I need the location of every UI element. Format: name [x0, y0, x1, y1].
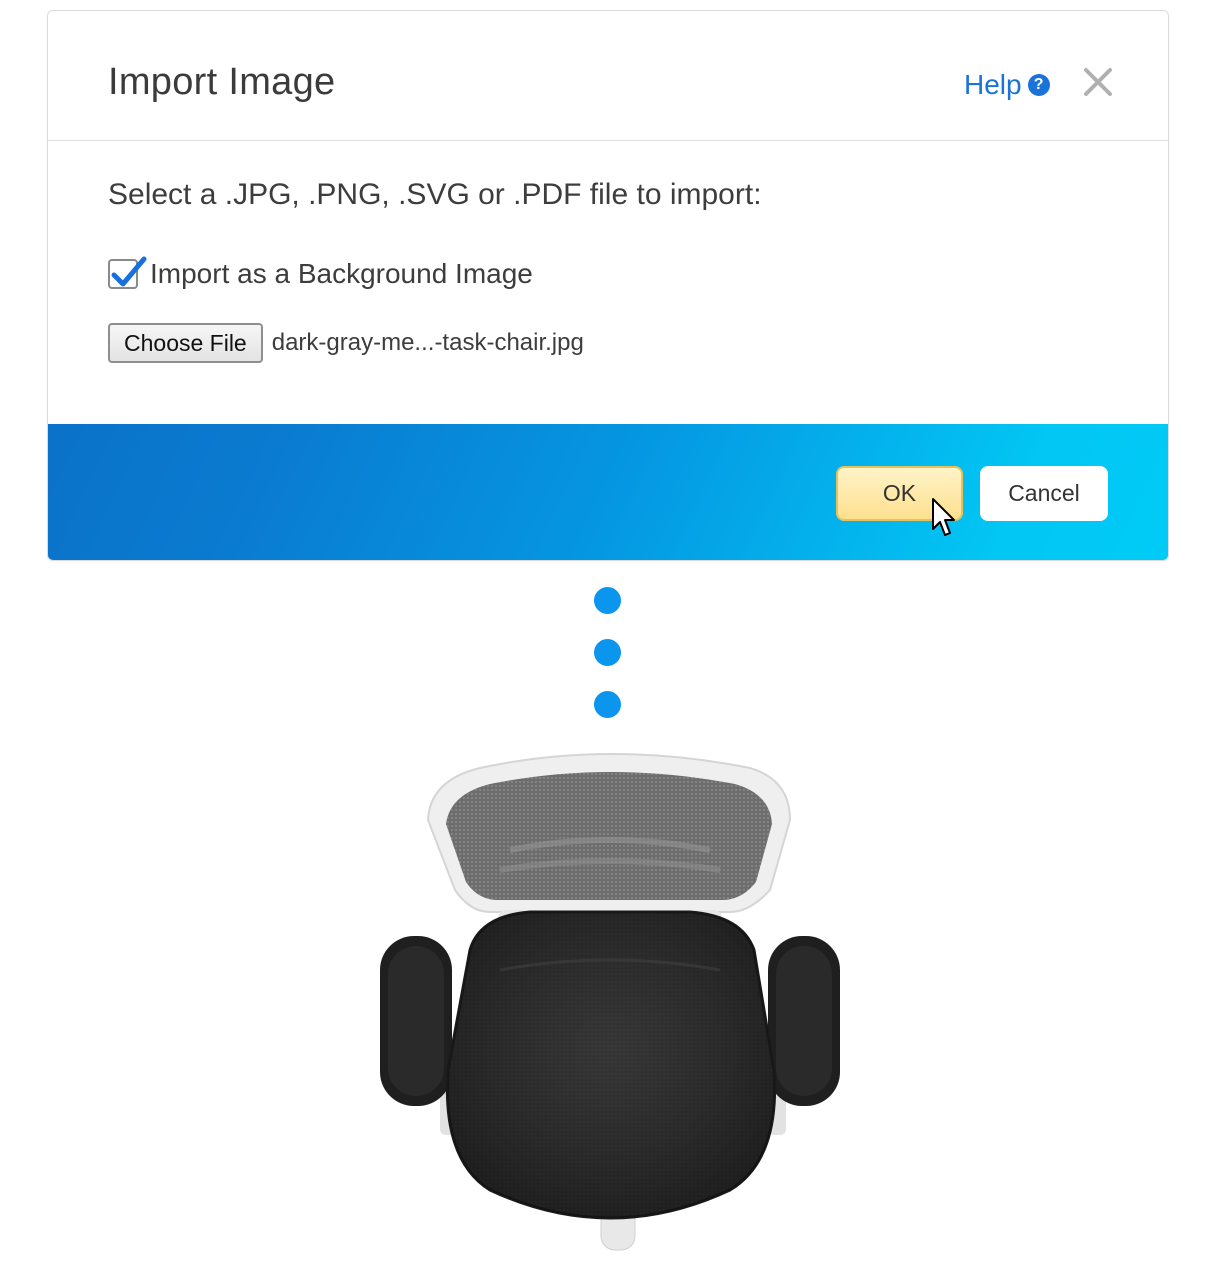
help-link[interactable]: Help ?	[964, 69, 1050, 101]
choose-file-button[interactable]: Choose File	[108, 323, 263, 363]
dialog-header: Import Image Help ?	[48, 11, 1168, 141]
import-image-dialog: Import Image Help ? Select a .JPG, .PNG,…	[47, 10, 1169, 561]
help-label: Help	[964, 69, 1022, 100]
selected-file-name: dark-gray-me...-task-chair.jpg	[271, 329, 584, 356]
dot	[594, 691, 621, 718]
file-picker: Choose File dark-gray-me...-task-chair.j…	[108, 323, 584, 363]
background-image-option: Import as a Background Image	[108, 256, 533, 290]
question-circle-icon: ?	[1027, 74, 1050, 96]
mouse-pointer-icon	[932, 498, 955, 536]
import-prompt: Select a .JPG, .PNG, .SVG or .PDF file t…	[108, 178, 762, 211]
office-chair-image	[380, 753, 840, 1251]
dot	[594, 587, 621, 614]
checkmark-icon	[111, 256, 147, 287]
dialog-title: Import Image	[108, 61, 336, 103]
background-image-label: Import as a Background Image	[150, 258, 533, 289]
background-image-checkbox[interactable]	[108, 256, 147, 289]
dialog-footer: OK Cancel	[48, 424, 1168, 560]
dot	[594, 639, 621, 666]
dialog-body: Select a .JPG, .PNG, .SVG or .PDF file t…	[48, 142, 1168, 424]
close-icon[interactable]	[1082, 66, 1114, 98]
progress-dots	[594, 587, 622, 743]
cancel-button[interactable]: Cancel	[980, 466, 1108, 521]
